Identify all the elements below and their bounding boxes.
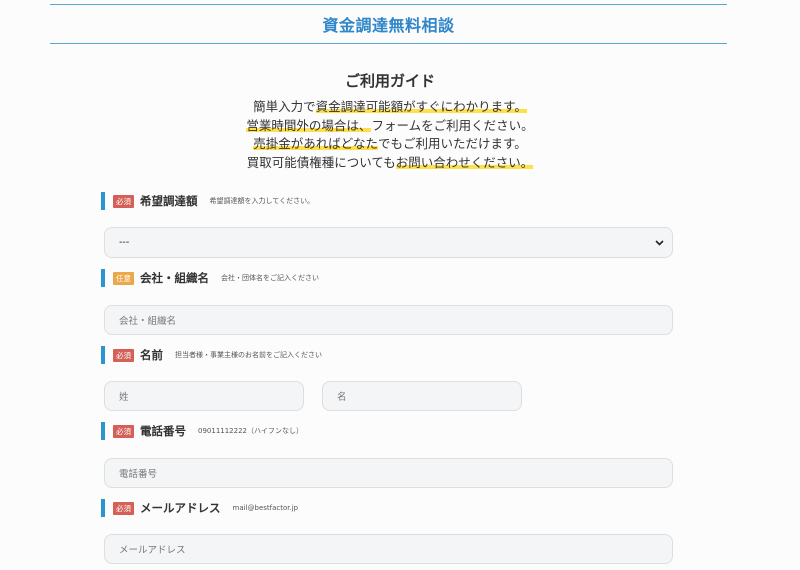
guide-title: ご利用ガイド	[344, 72, 435, 90]
field-label-name: 必須 名前 担当者様・事業主様のお名前をご記入ください	[101, 346, 322, 364]
guide-line: 買取可能債権種についてもお問い合わせください。	[0, 154, 780, 173]
label-amount: 希望調達額	[140, 194, 198, 208]
guide-highlight-text: お問い合わせください。	[395, 154, 534, 170]
optional-badge: 任意	[113, 271, 134, 285]
hint-phone: 09011112222（ハイフンなし）	[198, 427, 303, 435]
hint-email: mail@bestfactor.jp	[232, 504, 299, 512]
hint-company: 会社・団体名をご記入ください	[221, 274, 319, 282]
required-badge: 必須	[113, 424, 134, 438]
email-placeholder: メールアドレス	[119, 545, 186, 556]
label-phone: 電話番号	[140, 424, 186, 438]
guide-text-segment: フォームをご利用ください。	[371, 117, 534, 133]
page-header: 資金調達無料相談	[50, 4, 727, 44]
amount-select[interactable]: ---	[104, 227, 673, 258]
guide-text: 簡単入力で資金調達可能額がすぐにわかります。 営業時間外の場合は、フォームをご利用…	[0, 98, 780, 172]
guide-highlight-text: 売掛金があればどなた	[253, 136, 378, 151]
last-name-input[interactable]: 姓	[104, 381, 304, 411]
guide-text-segment: 買取可能債権種についても	[246, 154, 396, 170]
label-email: メールアドレス	[140, 501, 221, 515]
guide-line: 簡単入力で資金調達可能額がすぐにわかります。	[0, 98, 780, 117]
required-badge: 必須	[113, 194, 134, 208]
page-title: 資金調達無料相談	[322, 16, 455, 35]
required-badge: 必須	[113, 501, 134, 515]
guide-line: 営業時間外の場合は、フォームをご利用ください。	[0, 117, 780, 136]
amount-select-value: ---	[119, 237, 130, 248]
guide-text-segment: 簡単入力で	[253, 99, 316, 114]
company-input[interactable]: 会社・組織名	[104, 305, 673, 335]
label-company: 会社・組織名	[140, 271, 209, 285]
field-label-phone: 必須 電話番号 09011112222（ハイフンなし）	[101, 422, 303, 440]
field-label-amount: 必須 希望調達額 希望調達額を入力してください。	[101, 192, 314, 210]
label-name: 名前	[140, 348, 163, 362]
company-placeholder: 会社・組織名	[119, 316, 177, 327]
guide-line: 売掛金があればどなたでもご利用いただけます。	[0, 135, 780, 154]
chevron-down-icon	[654, 238, 664, 248]
email-input[interactable]: メールアドレス	[104, 534, 673, 564]
guide-highlight-text: 営業時間外の場合は、	[246, 117, 372, 133]
hint-amount: 希望調達額を入力してください。	[209, 197, 315, 205]
field-label-email: 必須 メールアドレス mail@bestfactor.jp	[101, 499, 298, 517]
guide-text-segment: でもご利用いただけます。	[378, 136, 527, 151]
field-label-company: 任意 会社・組織名 会社・団体名をご記入ください	[101, 269, 319, 287]
guide-highlight-text: 資金調達可能額がすぐにわかります。	[315, 99, 527, 114]
last-name-placeholder: 姓	[119, 392, 129, 403]
first-name-placeholder: 名	[337, 392, 347, 403]
hint-name: 担当者様・事業主様のお名前をご記入ください	[175, 351, 322, 359]
phone-placeholder: 電話番号	[119, 469, 158, 480]
phone-input[interactable]: 電話番号	[104, 458, 673, 488]
first-name-input[interactable]: 名	[322, 381, 522, 411]
required-badge: 必須	[113, 348, 134, 362]
